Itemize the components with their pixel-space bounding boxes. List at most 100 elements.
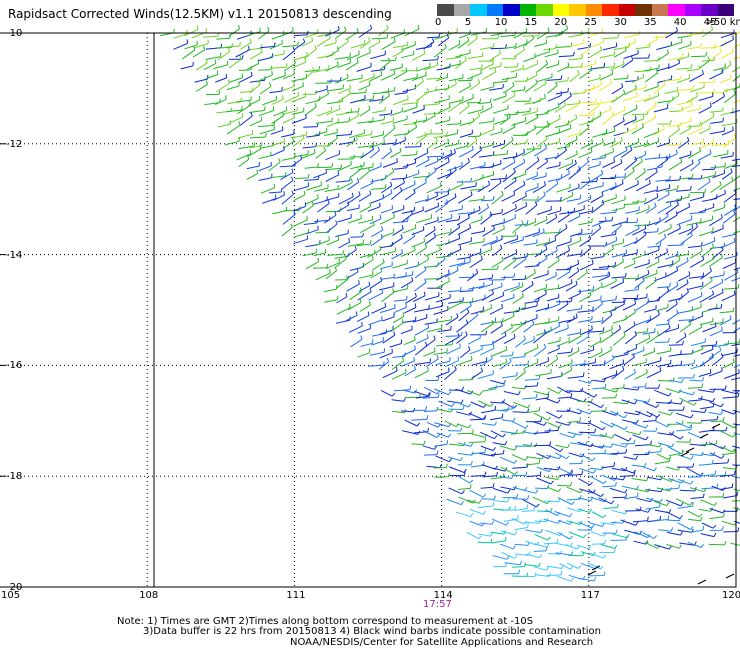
- wind-barb-feather: [433, 167, 437, 172]
- wind-barb: [600, 522, 614, 525]
- wind-barb-feather: [450, 169, 452, 174]
- wind-barb-feather: [491, 319, 494, 324]
- wind-barb-feather: [567, 443, 570, 449]
- wind-barb-feather: [570, 551, 574, 556]
- wind-barb-feather: [517, 390, 521, 395]
- wind-barb: [535, 124, 549, 135]
- wind-barb: [678, 291, 689, 301]
- wind-barb-feather: [459, 99, 462, 104]
- wind-barb-feather: [600, 282, 603, 287]
- wind-barb: [631, 464, 645, 468]
- wind-barb: [382, 316, 395, 322]
- wind-barb: [565, 284, 578, 292]
- wind-barb: [698, 153, 712, 161]
- wind-barb: [686, 422, 701, 424]
- wind-barb: [315, 88, 328, 94]
- wind-barb-feather: [260, 116, 263, 121]
- wind-barb: [568, 58, 582, 61]
- wind-barb-feather: [700, 516, 703, 521]
- wind-barb: [614, 433, 629, 442]
- wind-barb-feather: [349, 52, 351, 58]
- wind-barb: [490, 401, 504, 404]
- wind-barb-feather: [701, 124, 703, 129]
- wind-barb-feather: [698, 513, 703, 518]
- wind-barb: [721, 352, 738, 357]
- wind-barb: [404, 146, 421, 148]
- wind-barb-feather: [515, 204, 517, 209]
- wind-barb-feather: [722, 224, 724, 229]
- wind-barb-feather: [536, 343, 539, 348]
- wind-barb: [565, 163, 577, 171]
- wind-barb-feather: [281, 39, 283, 44]
- wind-barb-feather: [684, 332, 687, 337]
- wind-barb: [522, 317, 538, 325]
- wind-barb: [470, 219, 483, 224]
- wind-barb-feather: [692, 85, 695, 90]
- wind-barb: [721, 294, 736, 302]
- wind-barb-feather: [285, 63, 288, 68]
- wind-barb-feather: [490, 538, 493, 543]
- wind-barb: [522, 128, 536, 137]
- wind-barb: [500, 327, 513, 335]
- wind-barb-feather: [357, 107, 360, 112]
- wind-barb-feather: [434, 347, 436, 352]
- wind-barb-feather: [729, 315, 732, 320]
- wind-barb: [259, 86, 272, 95]
- wind-barb: [411, 443, 424, 446]
- wind-barb: [721, 409, 735, 415]
- wind-barb: [503, 337, 516, 345]
- wind-barb: [436, 67, 450, 71]
- wind-barb-feather: [546, 566, 550, 571]
- wind-barb-feather: [342, 84, 344, 89]
- wind-barb: [435, 297, 451, 303]
- wind-barb: [623, 95, 638, 102]
- wind-barb-feather: [356, 27, 359, 33]
- wind-barb-feather: [590, 398, 593, 403]
- wind-barb-feather: [359, 298, 362, 303]
- wind-barb-feather: [611, 70, 614, 75]
- wind-barb: [631, 254, 646, 260]
- wind-barb-feather: [699, 121, 702, 126]
- wind-barb: [246, 31, 261, 37]
- wind-barb: [556, 127, 571, 135]
- wind-barb: [709, 516, 724, 520]
- wind-barb-feather: [511, 136, 514, 141]
- wind-barb-feather: [690, 63, 693, 69]
- wind-barb-feather: [623, 383, 625, 388]
- wind-barb-feather: [691, 173, 694, 178]
- wind-barb: [291, 96, 306, 103]
- wind-barb: [302, 146, 316, 149]
- wind-barb: [676, 206, 690, 215]
- wind-barb-feather: [475, 268, 479, 273]
- wind-barb: [378, 28, 389, 37]
- wind-barb-feather: [337, 170, 340, 175]
- wind-barb-feather: [302, 38, 306, 43]
- wind-barb: [350, 92, 366, 95]
- wind-barb-feather: [358, 191, 361, 196]
- wind-barb: [555, 421, 569, 426]
- wind-barb: [631, 126, 644, 135]
- wind-barb: [491, 518, 507, 526]
- wind-barb-feather: [492, 60, 494, 65]
- wind-barb-feather: [468, 424, 472, 429]
- lat-lon-grid: [0, 32, 736, 588]
- wind-barb: [315, 93, 329, 102]
- wind-barb-feather: [658, 153, 661, 158]
- wind-barb-feather: [523, 368, 526, 373]
- wind-barb: [679, 363, 695, 367]
- wind-barb-feather: [492, 340, 494, 345]
- wind-barb-feather: [600, 99, 602, 104]
- contaminated-wind-barb: [697, 579, 707, 585]
- wind-barb-feather: [675, 211, 678, 216]
- wind-barb: [634, 70, 651, 73]
- wind-barb-feather: [669, 282, 671, 287]
- wind-barb: [544, 397, 558, 404]
- wind-barb: [324, 288, 337, 293]
- wind-barb: [357, 352, 370, 358]
- wind-barb: [389, 343, 402, 348]
- wind-barb-feather: [692, 315, 694, 320]
- wind-barb-feather: [623, 414, 628, 419]
- wind-barb: [371, 229, 383, 238]
- wind-barb: [526, 175, 538, 181]
- wind-barb: [611, 252, 627, 258]
